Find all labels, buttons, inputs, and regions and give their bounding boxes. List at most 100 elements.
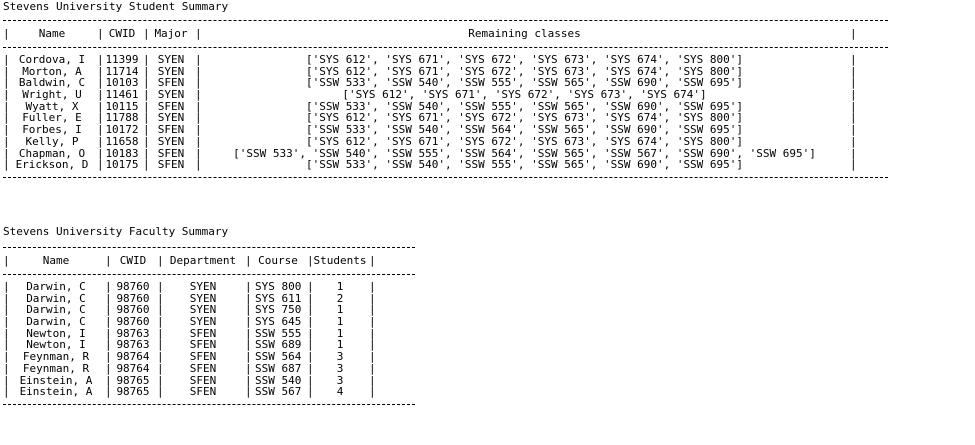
faculty-summary-title: Stevens University Faculty Summary: [3, 225, 229, 238]
faculty-cwid: 98764: [116, 362, 150, 375]
header-students: Students: [313, 254, 367, 267]
faculty-cwid: 98760: [116, 281, 150, 293]
student-major: SFEN: [157, 147, 185, 160]
table-row: | Kelly, P | 11658 | SYEN | ['SYS 612', 'SYS 67…: [3, 134, 857, 148]
faculty-cwid: 98760: [116, 292, 150, 305]
student-summary-title: Stevens University Student Summary: [3, 0, 229, 13]
faculty-name: Darwin, C: [26, 281, 86, 293]
faculty-course: SYS 750: [255, 304, 302, 317]
faculty-students: 1: [336, 327, 344, 340]
faculty-course: SSW 567: [255, 386, 302, 398]
faculty-department: SFEN: [189, 362, 217, 375]
faculty-department: SFEN: [189, 374, 217, 387]
student-cwid: 10183: [105, 147, 139, 160]
student-major: SFEN: [157, 77, 185, 90]
faculty-department: SYEN: [189, 281, 217, 293]
table-border: [3, 274, 415, 275]
table-row: | Chapman, O | 10183 | SFEN | ['SSW 533', 'SSW …: [3, 146, 857, 160]
faculty-cwid: 98764: [116, 351, 150, 363]
table-row: | Darwin, C | 98760 | SYEN | SYS 611 | 2 |: [3, 291, 376, 305]
student-major: SFEN: [157, 124, 185, 136]
student-remaining-classes: ['SYS 612', 'SYS 671', 'SYS 672', 'SYS 6…: [305, 54, 744, 66]
faculty-course: SYS 611: [255, 292, 302, 305]
student-major: SYEN: [157, 135, 185, 148]
student-cwid: 11399: [105, 54, 139, 66]
faculty-department: SFEN: [189, 386, 217, 398]
faculty-students: 1: [336, 304, 344, 317]
table-row: | Wyatt, X | 10115 | SFEN | ['SSW 533', 'SSW 54…: [3, 99, 857, 113]
table-header-row: | Name | CWID | Department | Course | St…: [3, 254, 376, 267]
header-name: Name: [42, 254, 70, 267]
student-cwid: 11714: [105, 65, 139, 78]
student-major: SYEN: [157, 112, 185, 125]
faculty-department: SFEN: [189, 327, 217, 340]
faculty-department: SFEN: [189, 339, 217, 352]
faculty-students: 1: [336, 281, 344, 293]
faculty-summary-table: | Name | CWID | Department | Course | St…: [3, 241, 415, 411]
table-row: | Forbes, I | 10172 | SFEN | ['SSW 533', 'SSW 5…: [3, 123, 857, 137]
student-remaining-classes: ['SSW 533', 'SSW 540', 'SSW 555', 'SSW 5…: [305, 77, 744, 90]
header-major: Major: [154, 27, 188, 40]
student-cwid: 10103: [105, 77, 139, 90]
table-row: | Feynman, R | 98764 | SFEN | SSW 687 | 3 |: [3, 361, 376, 375]
student-remaining-classes: ['SYS 612', 'SYS 671', 'SYS 672', 'SYS 6…: [305, 65, 744, 78]
student-name: Fuller, E: [22, 112, 82, 125]
faculty-students: 1: [336, 316, 344, 328]
faculty-course: SSW 540: [255, 374, 302, 387]
table-row: | Darwin, C | 98760 | SYEN | SYS 750 | 1 |: [3, 303, 376, 317]
table-row: | Einstein, A | 98765 | SFEN | SSW 567 | 4 |: [3, 385, 376, 399]
faculty-cwid: 98763: [116, 327, 150, 340]
faculty-name: Darwin, C: [26, 292, 86, 305]
student-cwid: 10175: [105, 159, 139, 171]
faculty-name: Newton, I: [26, 327, 86, 340]
faculty-students: 3: [336, 362, 344, 375]
table-row: | Einstein, A | 98765 | SFEN | SSW 540 | 3 |: [3, 373, 376, 387]
faculty-cwid: 98763: [116, 339, 150, 352]
student-major: SYEN: [157, 54, 185, 66]
faculty-course: SYS 800: [255, 281, 302, 293]
faculty-course: SSW 555: [255, 327, 302, 340]
table-border: [3, 20, 888, 21]
faculty-name: Feynman, R: [22, 362, 90, 375]
faculty-cwid: 98765: [116, 374, 150, 387]
header-cwid: CWID: [108, 27, 136, 40]
student-rows: | Cordova, I | 11399 | SYEN | ['SYS 612', 'SYS …: [3, 54, 888, 171]
faculty-cwid: 98760: [116, 316, 150, 328]
faculty-department: SYEN: [189, 304, 217, 317]
student-major: SFEN: [157, 159, 185, 171]
faculty-course: SSW 689: [255, 339, 302, 352]
table-header-row: | Name | CWID | Major | Remaining classe…: [3, 27, 857, 40]
faculty-department: SFEN: [189, 351, 217, 363]
table-row: | Darwin, C | 98760 | SYEN | SYS 645 | 1 |: [3, 315, 376, 329]
table-border: [3, 47, 888, 48]
table-row: | Wright, U | 11461 | SYEN | ['SYS 612', 'SYS 6…: [3, 88, 857, 102]
student-cwid: 10172: [105, 124, 139, 136]
faculty-name: Darwin, C: [26, 304, 86, 317]
student-remaining-classes: ['SSW 533', 'SSW 540', 'SSW 555', 'SSW 5…: [305, 100, 744, 113]
table-row: | Newton, I | 98763 | SFEN | SSW 555 | 1 |: [3, 326, 376, 340]
faculty-department: SYEN: [189, 292, 217, 305]
faculty-students: 1: [336, 339, 344, 352]
faculty-department: SYEN: [189, 316, 217, 328]
header-remaining-classes: Remaining classes: [468, 27, 581, 40]
faculty-name: Darwin, C: [26, 316, 86, 328]
faculty-course: SYS 645: [255, 316, 302, 328]
student-remaining-classes: ['SYS 612', 'SYS 671', 'SYS 672', 'SYS 6…: [305, 135, 744, 148]
student-remaining-classes: ['SYS 612', 'SYS 671', 'SYS 672', 'SYS 6…: [342, 89, 707, 101]
table-row: | Feynman, R | 98764 | SFEN | SSW 564 | 3 |: [3, 350, 376, 364]
student-name: Chapman, O: [18, 147, 86, 160]
faculty-course: SSW 687: [255, 362, 302, 375]
faculty-students: 3: [336, 351, 344, 363]
student-cwid: 11461: [105, 89, 139, 101]
faculty-course: SSW 564: [255, 351, 302, 363]
student-name: Cordova, I: [18, 54, 86, 66]
faculty-cwid: 98760: [116, 304, 150, 317]
student-name: Morton, A: [22, 65, 82, 78]
student-cwid: 10115: [105, 100, 139, 113]
header-name: Name: [38, 27, 66, 40]
student-name: Erickson, D: [15, 159, 89, 171]
student-remaining-classes: ['SYS 612', 'SYS 671', 'SYS 672', 'SYS 6…: [305, 112, 744, 125]
table-row: | Morton, A | 11714 | SYEN | ['SYS 612', 'SYS 6…: [3, 64, 857, 78]
student-major: SYEN: [157, 89, 185, 101]
student-summary-table: | Name | CWID | Major | Remaining classe…: [3, 14, 888, 184]
